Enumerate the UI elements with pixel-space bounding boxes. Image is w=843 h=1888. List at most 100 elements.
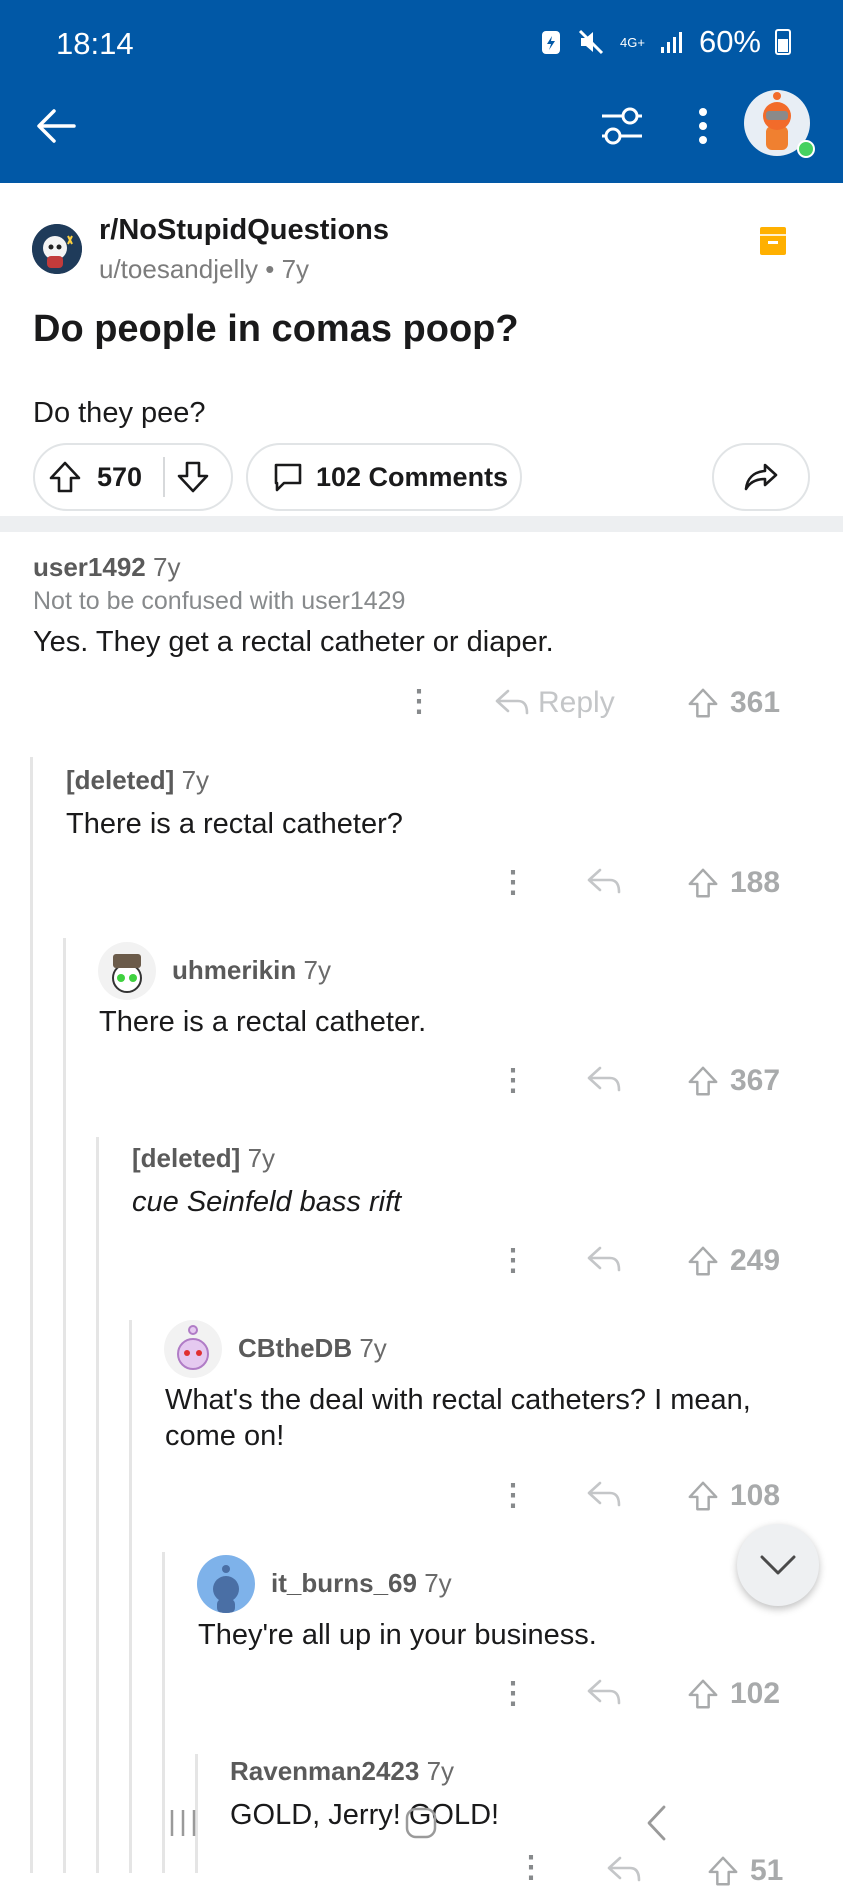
comment-body: There is a rectal catheter. <box>99 1006 427 1038</box>
back-nav-icon[interactable] <box>644 1804 668 1842</box>
subreddit-icon[interactable] <box>32 224 82 274</box>
reply-button[interactable] <box>586 1677 622 1709</box>
comment-vote: 108 <box>686 1479 780 1513</box>
comment-body: cue Seinfeld bass rift <box>132 1186 402 1218</box>
reply-button[interactable] <box>586 866 622 898</box>
thread-line-5 <box>162 1552 165 1873</box>
reply-arrow-icon <box>587 1481 621 1507</box>
comment-author[interactable]: CBtheDB <box>238 1333 352 1363</box>
comment-author[interactable]: [deleted] <box>132 1143 240 1173</box>
status-time: 18:14 <box>56 26 134 61</box>
reply-button[interactable] <box>606 1854 642 1886</box>
avatar[interactable] <box>98 942 156 1000</box>
comment-vote-count: 249 <box>730 1244 781 1277</box>
comment-vote-count: 108 <box>730 1479 781 1512</box>
thread-line-2 <box>63 938 66 1873</box>
comment-age: 7y <box>153 552 181 582</box>
vote-divider <box>163 457 165 497</box>
reply-arrow-icon <box>587 1246 621 1272</box>
comment-vote: 51 <box>706 1854 783 1888</box>
post-divider <box>0 516 843 532</box>
post-author[interactable]: u/toesandjelly <box>99 254 258 284</box>
comment-author[interactable]: [deleted] <box>66 765 174 795</box>
battery-saver-icon <box>542 31 561 54</box>
comment-author-line: [deleted] 7y <box>66 765 209 796</box>
comments-count-label: 102 Comments <box>316 461 509 492</box>
status-icons: 4G+ 60% <box>540 24 791 60</box>
post-vote-count: 570 <box>97 461 143 492</box>
comment-author-line: [deleted] 7y <box>132 1143 275 1174</box>
comment-vote-count: 367 <box>730 1064 781 1097</box>
more-options-icon[interactable]: ⋮ <box>498 1063 528 1098</box>
reply-arrow-icon <box>587 1679 621 1705</box>
recent-apps-icon[interactable] <box>168 1808 198 1838</box>
comment-bubble-icon <box>274 463 302 492</box>
comment-vote: 249 <box>686 1244 780 1278</box>
battery-icon <box>775 29 791 55</box>
home-icon[interactable] <box>404 1806 438 1840</box>
comment-body: There is a rectal catheter? <box>66 808 403 840</box>
more-options-icon[interactable]: ⋮ <box>498 1243 528 1278</box>
comment-author[interactable]: Ravenman2423 <box>230 1756 419 1786</box>
comment-author[interactable]: it_burns_69 <box>271 1568 417 1598</box>
back-arrow-icon[interactable] <box>34 104 78 148</box>
comment-vote: 102 <box>686 1677 780 1711</box>
comment-vote-count: 102 <box>730 1677 781 1710</box>
comment-vote-count: 188 <box>730 866 781 899</box>
more-options-icon[interactable]: ⋮ <box>516 1850 546 1885</box>
reply-arrow-icon <box>587 1066 621 1092</box>
user-flair: Not to be confused with user1429 <box>33 587 406 615</box>
sliders-icon[interactable] <box>600 106 644 146</box>
archive-icon <box>760 227 786 255</box>
reply-button[interactable] <box>586 1244 622 1276</box>
upvote-icon[interactable] <box>47 459 83 495</box>
comment-author[interactable]: user1492 <box>33 552 146 582</box>
app-header: 18:14 4G+ 60% <box>0 0 843 183</box>
subreddit-name[interactable]: r/NoStupidQuestions <box>99 214 389 247</box>
comment-body: GOLD, Jerry! GOLD! <box>230 1799 500 1831</box>
thread-line-3 <box>96 1137 99 1873</box>
share-button[interactable] <box>712 443 810 511</box>
upvote-icon[interactable] <box>686 866 720 900</box>
comment-author-line: uhmerikin 7y <box>172 955 331 986</box>
upvote-icon[interactable] <box>686 1064 720 1098</box>
reply-button[interactable] <box>586 1064 622 1096</box>
thread-line-1 <box>30 757 33 1873</box>
upvote-icon[interactable] <box>686 1677 720 1711</box>
post-age: 7y <box>281 254 310 284</box>
more-options-icon[interactable]: ⋮ <box>498 865 528 900</box>
chevron-down-icon <box>760 1555 796 1575</box>
comment-author-line: it_burns_69 7y <box>271 1568 452 1599</box>
next-comment-button[interactable] <box>737 1524 819 1606</box>
upvote-icon[interactable] <box>686 1479 720 1513</box>
more-vertical-icon[interactable] <box>696 106 710 146</box>
comment-age: 7y <box>426 1756 455 1786</box>
avatar[interactable] <box>164 1320 222 1378</box>
reply-arrow-icon <box>607 1856 641 1882</box>
thread-line-4 <box>129 1320 132 1873</box>
comment-body: What's the deal with rectal catheters? I… <box>165 1384 751 1452</box>
subreddit-avatar-icon <box>32 224 82 274</box>
comment-vote-count: 361 <box>730 686 781 719</box>
upvote-icon[interactable] <box>706 1854 740 1888</box>
snoo-avatar-icon <box>177 1325 209 1370</box>
comment-age: 7y <box>181 765 210 795</box>
downvote-icon[interactable] <box>175 459 211 495</box>
upvote-icon[interactable] <box>686 686 720 720</box>
comment-age: 7y <box>247 1143 276 1173</box>
reply-button[interactable]: Reply <box>494 686 615 720</box>
more-options-icon[interactable]: ⋮ <box>404 684 434 719</box>
more-options-icon[interactable]: ⋮ <box>498 1676 528 1711</box>
comments-button[interactable]: 102 Comments <box>246 443 522 511</box>
share-arrow-icon <box>744 463 778 491</box>
more-options-icon[interactable]: ⋮ <box>498 1478 528 1513</box>
upvote-icon[interactable] <box>686 1244 720 1278</box>
comment-vote: 367 <box>686 1064 780 1098</box>
avatar[interactable] <box>197 1555 255 1613</box>
comment-vote-count: 51 <box>750 1854 784 1887</box>
mute-icon <box>578 29 604 55</box>
comment-author[interactable]: uhmerikin <box>172 955 296 985</box>
comment-body: They're all up in your business. <box>198 1619 597 1651</box>
comment-author-line: user1492 7y <box>33 552 180 583</box>
reply-button[interactable] <box>586 1479 622 1511</box>
